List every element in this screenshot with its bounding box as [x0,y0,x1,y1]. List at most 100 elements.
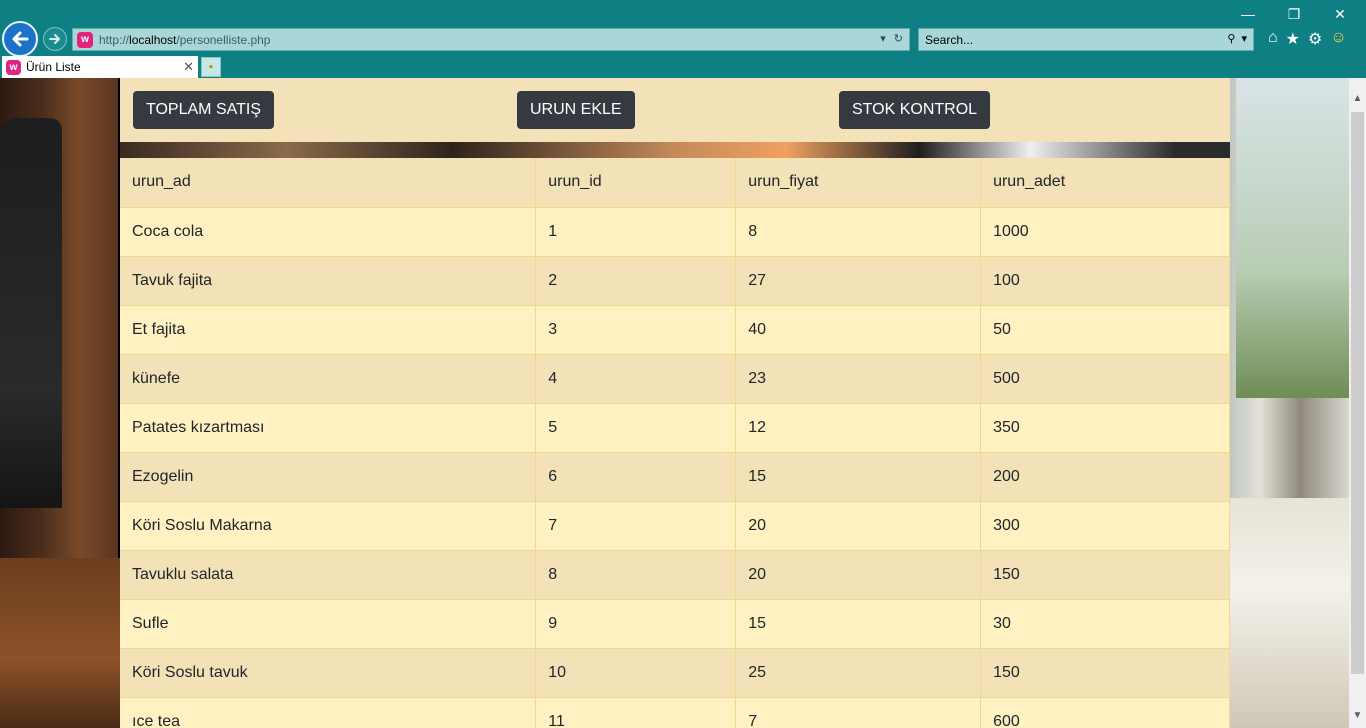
scroll-up-icon[interactable]: ▲ [1349,90,1366,107]
forward-button[interactable] [43,27,67,51]
cell-urun-adet: 30 [980,599,1230,649]
table-row: Patates kızartması 5 12 350 [120,403,1230,453]
cell-urun-ad: Köri Soslu tavuk [120,648,537,698]
table-row: Et fajita 3 40 50 [120,305,1230,355]
site-favicon-icon: w [77,31,93,48]
vertical-scrollbar[interactable]: ▲ ▼ [1349,78,1366,728]
cell-urun-ad: Sufle [120,599,537,649]
cell-urun-fiyat: 27 [735,256,982,306]
cell-urun-id: 1 [535,207,737,257]
cell-urun-fiyat: 20 [735,550,982,600]
tab-title: Ürün Liste [26,60,81,74]
scrollbar-thumb[interactable] [1351,112,1364,674]
column-header: urun_ad [120,158,537,208]
cell-urun-id: 11 [535,697,737,728]
url-prefix: http:// [99,32,130,47]
cell-urun-fiyat: 8 [735,207,982,257]
favorites-star-icon[interactable]: ★ [1286,29,1300,49]
close-window-button[interactable]: ✕ [1328,4,1352,24]
action-bar: TOPLAM SATIŞ URUN EKLE STOK KONTROL [120,78,1230,142]
cell-urun-ad: Et fajita [120,305,537,355]
stock-control-button[interactable]: STOK KONTROL [839,91,991,129]
cell-urun-fiyat: 40 [735,305,982,355]
cell-urun-id: 3 [535,305,737,355]
table-row: Tavuk fajita 2 27 100 [120,256,1230,306]
cell-urun-adet: 350 [980,403,1230,453]
browser-chrome: — ❐ ✕ w http://localhost/personelliste.p… [0,0,1366,78]
search-dropdown-icon[interactable]: ▾ [1241,32,1247,45]
refresh-icon[interactable]: ↻ [894,32,903,45]
add-product-button[interactable]: URUN EKLE [517,91,635,129]
url-text[interactable]: http://localhost/personelliste.php [99,33,270,47]
arrow-left-icon [12,31,29,47]
address-tools: ▾ ↻ [880,32,903,45]
cell-urun-ad: Ezogelin [120,452,537,502]
column-header: urun_fiyat [735,158,982,208]
column-header: urun_id [535,158,737,208]
smiley-feedback-icon[interactable]: ☺ [1330,29,1346,49]
background-photo-left [0,118,62,508]
table-header-row: urun_ad urun_id urun_fiyat urun_adet [120,158,1230,208]
cell-urun-id: 10 [535,648,737,698]
settings-gear-icon[interactable]: ⚙ [1308,29,1322,49]
cell-urun-fiyat: 12 [735,403,982,453]
page-viewport: TOPLAM SATIŞ URUN EKLE STOK KONTROL urun… [0,78,1349,728]
cell-urun-adet: 500 [980,354,1230,404]
scroll-down-icon[interactable]: ▼ [1349,707,1366,724]
url-host: localhost [129,32,177,47]
table-row: Coca cola 1 8 1000 [120,207,1230,257]
cell-urun-adet: 100 [980,256,1230,306]
close-tab-icon[interactable]: ✕ [183,59,194,75]
background-strip [120,142,1230,158]
cell-urun-adet: 300 [980,501,1230,551]
cell-urun-ad: Patates kızartması [120,403,537,453]
background-table-setting [1230,498,1349,728]
dropdown-chevron-icon[interactable]: ▾ [880,32,886,45]
cell-urun-ad: Köri Soslu Makarna [120,501,537,551]
url-path: /personelliste.php [176,32,271,47]
table-row: Köri Soslu Makarna 7 20 300 [120,501,1230,551]
new-tab-icon: ▪ [209,61,213,73]
cell-urun-id: 2 [535,256,737,306]
cell-urun-id: 9 [535,599,737,649]
table-row: künefe 4 23 500 [120,354,1230,404]
cell-urun-adet: 200 [980,452,1230,502]
table-row: Ezogelin 6 15 200 [120,452,1230,502]
product-table: urun_ad urun_id urun_fiyat urun_adet Coc… [120,158,1230,728]
column-header: urun_adet [980,158,1230,208]
cell-urun-fiyat: 7 [735,697,982,728]
search-input[interactable]: Search... ⚲ ▾ [918,28,1254,51]
cell-urun-ad: Coca cola [120,207,537,257]
cell-urun-id: 4 [535,354,737,404]
tab-favicon-icon: w [6,59,21,75]
minimize-button[interactable]: — [1236,4,1260,24]
arrow-right-icon [49,34,60,44]
restore-button[interactable]: ❐ [1282,4,1306,24]
cell-urun-fiyat: 23 [735,354,982,404]
background-floor [0,558,120,728]
cell-urun-adet: 150 [980,550,1230,600]
cell-urun-fiyat: 25 [735,648,982,698]
cell-urun-ad: Tavuklu salata [120,550,537,600]
home-icon[interactable]: ⌂ [1268,29,1278,49]
content-panel: TOPLAM SATIŞ URUN EKLE STOK KONTROL urun… [120,78,1230,728]
cell-urun-fiyat: 15 [735,452,982,502]
table-row: ıce tea 11 7 600 [120,697,1230,728]
back-button[interactable] [2,21,38,57]
tab-urun-liste[interactable]: w Ürün Liste ✕ [2,56,198,78]
window-controls: — ❐ ✕ [1236,4,1352,24]
search-placeholder: Search... [925,32,974,47]
total-sales-button[interactable]: TOPLAM SATIŞ [133,91,274,129]
search-icon[interactable]: ⚲ [1227,32,1235,45]
table-row: Tavuklu salata 8 20 150 [120,550,1230,600]
search-tools: ⚲ ▾ [1227,32,1247,45]
cell-urun-id: 8 [535,550,737,600]
table-row: Köri Soslu tavuk 10 25 150 [120,648,1230,698]
address-bar[interactable]: w http://localhost/personelliste.php ▾ ↻ [72,28,910,51]
cell-urun-fiyat: 20 [735,501,982,551]
cell-urun-ad: Tavuk fajita [120,256,537,306]
cell-urun-fiyat: 15 [735,599,982,649]
cell-urun-adet: 1000 [980,207,1230,257]
new-tab-button[interactable]: ▪ [201,57,221,77]
cell-urun-adet: 600 [980,697,1230,728]
